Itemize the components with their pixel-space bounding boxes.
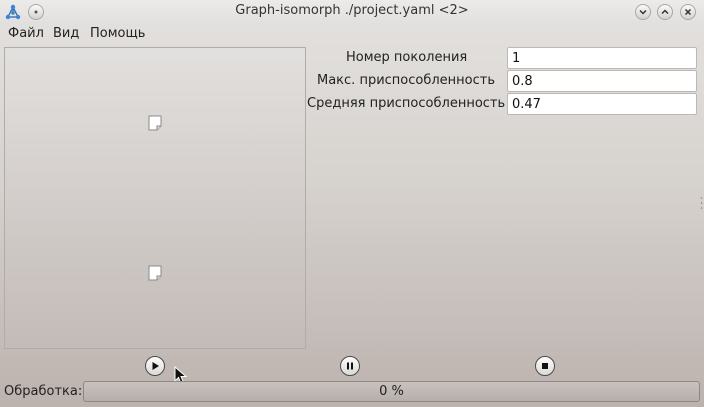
chevron-up-icon [661, 9, 669, 15]
avg-fitness-label: Средняя приспособленность [307, 96, 506, 111]
generation-number-label: Номер поколения [346, 50, 468, 65]
progress-label: Обработка: [4, 384, 83, 399]
document-placeholder-icon [148, 265, 162, 281]
play-button[interactable] [145, 356, 165, 376]
stop-button[interactable] [535, 356, 555, 376]
close-icon [684, 8, 692, 16]
graph-viewer-panel [4, 47, 306, 349]
chevron-down-icon [639, 9, 647, 15]
close-button[interactable] [680, 4, 696, 20]
pause-button[interactable] [340, 356, 360, 376]
menu-help[interactable]: Помощь [90, 26, 145, 41]
play-icon [152, 362, 159, 370]
progress-bar: 0 % [83, 381, 700, 402]
menu-view[interactable]: Вид [53, 26, 79, 41]
max-fitness-field[interactable] [507, 70, 697, 92]
resize-grip-icon[interactable] [700, 196, 703, 210]
title-bar: Graph-isomorph ./project.yaml <2> [0, 0, 704, 24]
maximize-button[interactable] [657, 4, 673, 20]
document-placeholder-icon [148, 115, 162, 131]
menu-bar: Файл Вид Помощь [0, 24, 704, 44]
minimize-button[interactable] [635, 4, 651, 20]
max-fitness-label: Макс. приспособленность [317, 73, 496, 88]
menu-file[interactable]: Файл [8, 26, 44, 41]
window-title: Graph-isomorph ./project.yaml <2> [235, 3, 469, 18]
avg-fitness-field[interactable] [507, 93, 697, 115]
pause-icon [347, 362, 353, 370]
stop-icon [542, 363, 548, 369]
progress-text: 0 % [379, 384, 404, 399]
generation-number-field[interactable] [507, 47, 697, 69]
